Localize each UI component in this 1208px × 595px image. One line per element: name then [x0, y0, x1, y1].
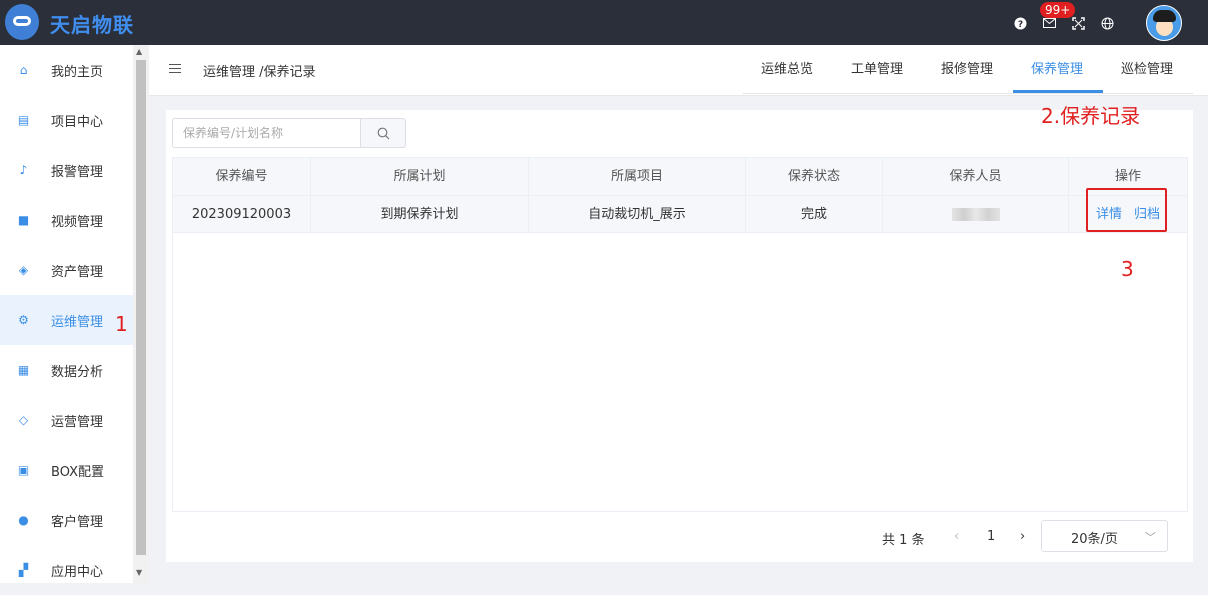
cell-plan: 到期保养计划 [311, 195, 529, 233]
search-input[interactable] [181, 119, 355, 147]
column-header: 保养编号 [173, 158, 311, 195]
column-header: 所属计划 [311, 158, 529, 195]
search-button[interactable] [360, 118, 406, 148]
tabs-divider [743, 93, 1193, 94]
redacted-name [951, 208, 1000, 221]
question-circle-icon[interactable]: ? [1014, 17, 1027, 30]
sidebar-item-business[interactable]: ◇ 运营管理 [0, 395, 133, 445]
sidebar-item-label: 报警管理 [51, 164, 104, 180]
sidebar-item-label: 客户管理 [51, 514, 104, 530]
project-icon: ▤ [17, 113, 30, 127]
sidebar-item-customers[interactable]: ● 客户管理 [0, 495, 133, 545]
users-icon: ● [18, 513, 29, 527]
tab-overview[interactable]: 运维总览 [761, 58, 813, 77]
column-header: 保养人员 [883, 158, 1069, 195]
cell-project: 自动裁切机_展示 [529, 195, 746, 233]
page-size-select[interactable]: 20条/页 ﹀ [1041, 520, 1168, 552]
sidebar-item-label: 我的主页 [51, 64, 104, 80]
annotation-step-2: 2.保养记录 [1041, 104, 1141, 128]
cell-status: 完成 [746, 195, 883, 233]
sidebar-scrollbar-thumb[interactable] [136, 60, 146, 555]
notification-badge: 99+ [1040, 2, 1076, 18]
shield-icon: ◇ [18, 413, 29, 427]
annotation-highlight-box [1086, 188, 1167, 232]
sidebar-item-label: 项目中心 [51, 114, 104, 130]
cell-person [883, 195, 1069, 233]
sidebar-item-label: 运营管理 [51, 414, 104, 430]
sidebar-item-video[interactable]: ■ 视频管理 [0, 195, 133, 245]
sidebar-item-projects[interactable]: ▤ 项目中心 [0, 95, 133, 145]
sidebar-item-alarms[interactable]: ♪ 报警管理 [0, 145, 133, 195]
pagination-total: 共 1 条 [882, 533, 925, 548]
sidebar-item-assets[interactable]: ◈ 资产管理 [0, 245, 133, 295]
logo-icon [5, 4, 39, 40]
tab-work-orders[interactable]: 工单管理 [851, 58, 903, 77]
home-icon: ⌂ [19, 63, 28, 77]
maintenance-table: 保养编号 所属计划 所属项目 保养状态 保养人员 操作 202309120003… [172, 157, 1188, 512]
sidebar-item-label: 资产管理 [51, 264, 104, 280]
active-tab-indicator [1013, 90, 1103, 93]
sidebar-item-home[interactable]: ⌂ 我的主页 [0, 45, 133, 95]
mail-icon[interactable] [1043, 18, 1056, 28]
tab-maintenance[interactable]: 保养管理 [1031, 58, 1083, 77]
sidebar-item-label: 视频管理 [51, 214, 104, 230]
tab-repairs[interactable]: 报修管理 [941, 58, 993, 77]
video-icon: ■ [17, 213, 30, 227]
gear-icon: ⚙ [18, 313, 29, 327]
sidebar: ⌂ 我的主页 ▤ 项目中心 ♪ 报警管理 ■ 视频管理 ◈ 资产管理 ⚙ 运维管… [0, 45, 133, 583]
box-config-icon: ▣ [17, 463, 30, 477]
column-header: 保养状态 [746, 158, 883, 195]
monitor-chart-icon: ▦ [17, 363, 30, 377]
avatar[interactable] [1146, 5, 1182, 41]
fullscreen-icon[interactable] [1072, 17, 1085, 30]
sidebar-item-apps[interactable]: ▞ 应用中心 [0, 545, 133, 595]
next-page-icon[interactable]: › [1020, 529, 1025, 544]
search-field[interactable] [172, 118, 361, 148]
sidebar-item-operations[interactable]: ⚙ 运维管理 [0, 295, 133, 345]
page-size-value: 20条/页 [1071, 532, 1118, 547]
tab-inspection[interactable]: 巡检管理 [1121, 58, 1173, 77]
search-icon [377, 127, 390, 140]
scroll-up-arrow-icon[interactable]: ▲ [136, 47, 142, 56]
sidebar-item-label: 运维管理 [51, 314, 104, 330]
sidebar-item-box-config[interactable]: ▣ BOX配置 [0, 445, 133, 495]
chevron-down-icon: ﹀ [1145, 531, 1156, 544]
page-number[interactable]: 1 [987, 529, 995, 544]
cell-code: 202309120003 [173, 195, 311, 233]
prev-page-icon[interactable]: ‹ [954, 529, 959, 544]
annotation-step-1: 1 [115, 312, 128, 336]
breadcrumb: 运维管理 /保养记录 [203, 65, 316, 80]
scroll-down-arrow-icon[interactable]: ▼ [136, 568, 142, 577]
globe-icon[interactable] [1101, 17, 1114, 30]
sidebar-item-analytics[interactable]: ▦ 数据分析 [0, 345, 133, 395]
brand-name: 天启物联 [50, 13, 134, 37]
asset-icon: ◈ [18, 263, 29, 277]
column-header: 所属项目 [529, 158, 746, 195]
collapse-menu-icon[interactable] [169, 64, 181, 76]
bell-icon: ♪ [19, 163, 28, 177]
svg-text:?: ? [1018, 20, 1023, 30]
apps-icon: ▞ [18, 563, 29, 577]
annotation-step-3: 3 [1121, 257, 1134, 281]
sidebar-item-label: BOX配置 [51, 464, 104, 480]
sidebar-item-label: 数据分析 [51, 364, 104, 380]
sidebar-item-label: 应用中心 [51, 564, 104, 580]
